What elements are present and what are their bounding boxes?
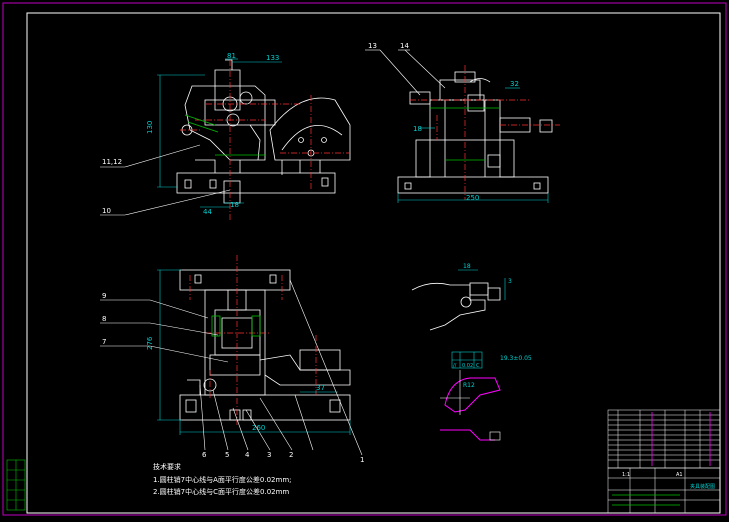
leaders-bottom-left <box>100 279 363 456</box>
dim-top-width: 133 <box>266 54 279 62</box>
bottom-left-view <box>179 269 351 421</box>
bottom-left-centerlines <box>189 255 317 425</box>
leaders-top-right <box>365 49 446 96</box>
dim-base-44: 44 <box>203 208 212 216</box>
dim-base-18: 18 <box>230 201 239 209</box>
part-label-7: 7 <box>102 338 106 346</box>
notes-line-2: 2.圆柱销7中心线与C面平行度公差0.02mm <box>153 487 289 496</box>
dim-top-offset: 81 <box>227 52 236 60</box>
notes-heading: 技术要求 <box>153 462 181 471</box>
tolerance-value: 0.02 <box>462 363 473 369</box>
top-left-green <box>184 114 265 156</box>
detail-view-upper <box>411 282 501 331</box>
top-right-dims <box>397 87 549 203</box>
dim-detail-r: R12 <box>463 382 475 389</box>
part-label-2: 2 <box>289 451 293 459</box>
inner-frame <box>26 12 721 514</box>
part-label-10: 10 <box>102 207 111 215</box>
dim-side-32: 32 <box>510 80 519 88</box>
cad-drawing-canvas: 133 81 130 44 18 11,12 10 250 32 18 13 1… <box>0 0 729 518</box>
part-label-5: 5 <box>225 451 229 459</box>
part-label-6: 6 <box>202 451 207 459</box>
part-label-14: 14 <box>400 42 409 50</box>
dim-detail-18: 18 <box>463 263 471 270</box>
title-block-sheet: A1 <box>676 472 683 478</box>
title-block-title: 夹具装配图 <box>690 483 715 490</box>
part-label-1: 1 <box>360 456 364 464</box>
dim-detail-range: 19.3±0.05 <box>500 355 532 362</box>
title-block-scale: 1:1 <box>622 472 630 478</box>
top-left-dims <box>157 58 282 208</box>
left-margin-block <box>6 459 26 511</box>
part-label-9: 9 <box>102 292 106 300</box>
bom-table <box>607 409 721 469</box>
dim-side-width: 250 <box>466 194 479 202</box>
tolerance-symbol: // <box>453 363 457 369</box>
part-label-11-12: 11,12 <box>102 158 122 166</box>
part-label-13: 13 <box>368 42 377 50</box>
dim-front-37: 37 <box>316 384 325 392</box>
part-label-4: 4 <box>245 451 250 459</box>
tolerance-ref: C <box>476 363 480 369</box>
part-label-3: 3 <box>267 451 271 459</box>
dim-detail-3: 3 <box>508 278 512 285</box>
part-label-8: 8 <box>102 315 106 323</box>
top-left-view <box>176 59 351 204</box>
dim-side-18: 18 <box>413 125 422 133</box>
dim-top-height: 130 <box>146 121 154 134</box>
outer-frame <box>2 2 727 516</box>
dim-front-height: 276 <box>146 336 154 350</box>
notes-line-1: 1.圆柱销7中心线与A面平行度公差0.02mm; <box>153 475 292 484</box>
